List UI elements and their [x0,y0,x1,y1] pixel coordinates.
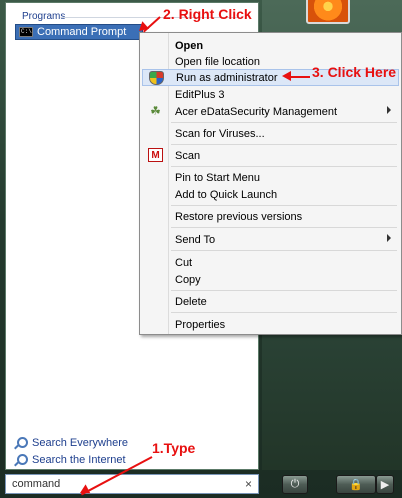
lock-button[interactable]: 🔒 [336,475,376,494]
user-picture[interactable] [306,0,350,24]
mcafee-icon: M [148,148,163,162]
menu-item-send-to[interactable]: Send To [142,231,399,248]
shutdown-options-button[interactable]: ▶ [376,475,394,494]
search-icon [14,436,28,449]
menu-item-properties[interactable]: Properties [142,316,399,333]
menu-item-copy[interactable]: Copy [142,271,399,288]
menu-item-label: Pin to Start Menu [175,171,260,184]
search-internet-link[interactable]: Search the Internet [14,451,128,468]
command-prompt-icon: C:\> [19,27,33,37]
start-search-input[interactable]: command × [5,474,259,494]
menu-item-label: Scan for Viruses... [175,127,265,140]
menu-item-add-to-quick-launch[interactable]: Add to Quick Launch [142,186,399,203]
menu-item-label: Acer eDataSecurity Management [175,105,338,118]
search-links: Search Everywhere Search the Internet [14,434,128,468]
search-icon [14,453,28,466]
menu-item-scan[interactable]: M Scan [142,147,399,164]
menu-item-label: Cut [175,256,193,269]
lock-icon: 🔒 [349,479,363,491]
menu-separator [171,205,397,206]
power-controls: ⏻ 🔒 ▶ [282,475,394,494]
power-icon: ⏻ [290,478,300,490]
search-internet-label: Search the Internet [32,453,126,466]
menu-item-cut[interactable]: Cut [142,254,399,271]
menu-separator [171,312,397,313]
menu-item-pin-to-start[interactable]: Pin to Start Menu [142,169,399,186]
menu-separator [171,227,397,228]
annotation-arrowhead [282,71,291,81]
uac-shield-icon [149,71,164,85]
annotation-step-1: 1.Type [152,440,196,456]
menu-separator [171,122,397,123]
submenu-arrow-icon [387,234,391,242]
menu-item-editplus[interactable]: EditPlus 3 [142,86,399,103]
menu-item-label: Add to Quick Launch [175,188,278,201]
menu-item-label: Scan [175,149,201,162]
programs-group-title: Programs [22,11,66,22]
menu-item-label: EditPlus 3 [175,88,225,101]
menu-item-label: Run as administrator [176,71,278,84]
menu-separator [171,144,397,145]
menu-item-label: Send To [175,233,216,246]
menu-item-label: Open [175,39,204,52]
menu-item-delete[interactable]: Delete [142,293,399,310]
menu-item-label: Restore previous versions [175,210,303,223]
menu-item-acer-edatasecurity[interactable]: ☘ Acer eDataSecurity Management [142,103,399,120]
menu-item-restore-previous-versions[interactable]: Restore previous versions [142,208,399,225]
program-command-prompt[interactable]: C:\> Command Prompt [15,24,143,40]
menu-separator [171,166,397,167]
annotation-step-2: 2. Right Click [163,6,252,22]
menu-item-label: Copy [175,273,201,286]
annotation-arrow [290,76,310,78]
menu-item-label: Properties [175,318,226,331]
chevron-right-icon: ▶ [380,479,390,491]
search-everywhere-label: Search Everywhere [32,436,128,449]
acer-icon: ☘ [150,104,161,118]
menu-item-label: Delete [175,295,207,308]
menu-separator [171,290,397,291]
submenu-arrow-icon [387,106,391,114]
annotation-step-3: 3. Click Here [312,64,397,80]
clear-search-icon[interactable]: × [245,477,252,491]
menu-item-label: Open file location [175,55,260,68]
search-everywhere-link[interactable]: Search Everywhere [14,434,128,451]
menu-item-open[interactable]: Open [142,37,399,54]
menu-item-scan-for-viruses[interactable]: Scan for Viruses... [142,125,399,142]
power-button[interactable]: ⏻ [282,475,308,494]
program-label: Command Prompt [37,26,127,38]
menu-separator [171,250,397,251]
search-input-value: command [12,478,61,490]
